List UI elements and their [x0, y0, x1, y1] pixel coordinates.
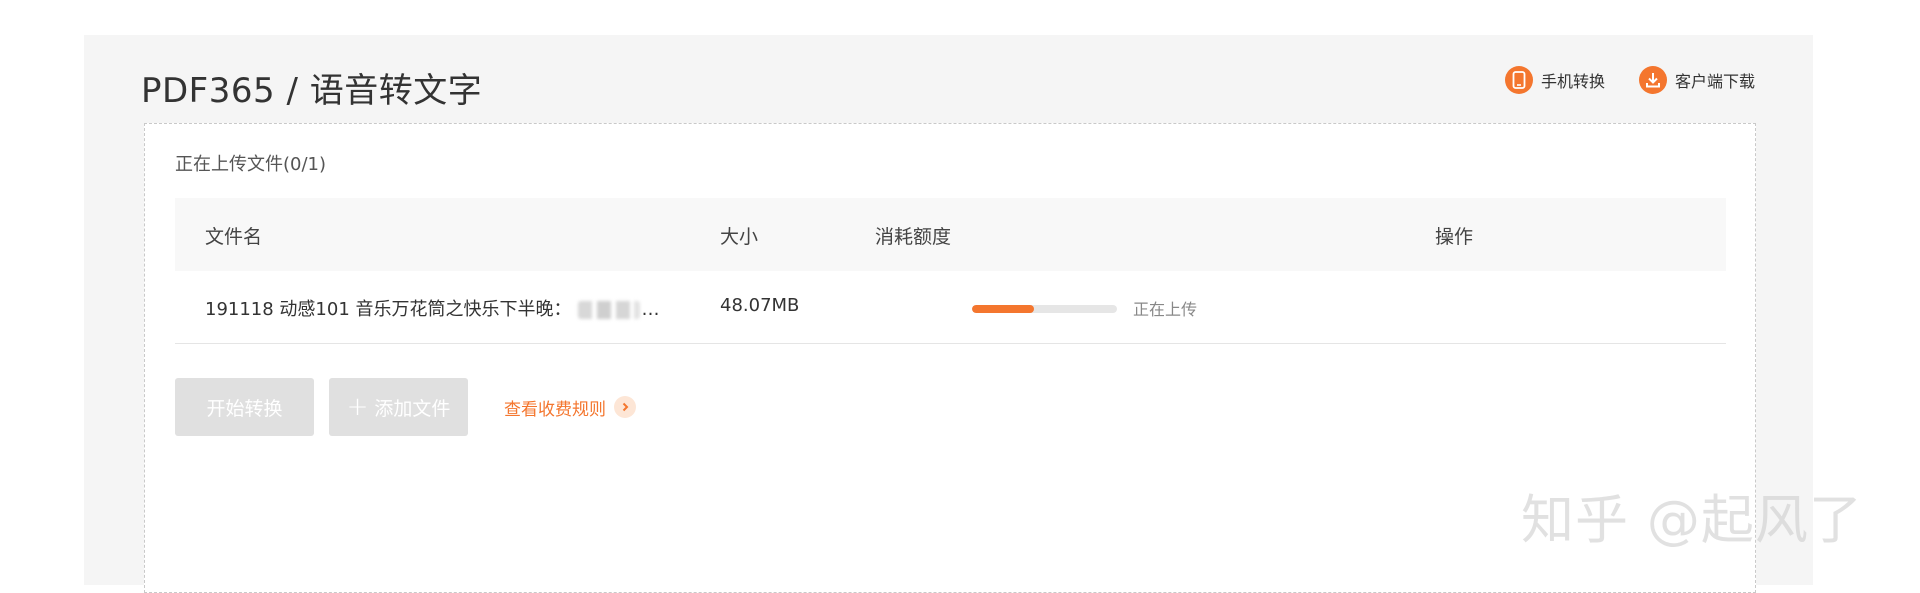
action-row: 开始转换 + 添加文件 查看收费规则: [175, 378, 636, 436]
chevron-right-icon: [614, 396, 636, 418]
file-name-suffix: …: [641, 299, 660, 320]
upload-progress-bar: [972, 305, 1117, 313]
table-row: 191118 动感101 音乐万花筒之快乐下半晚： … 48.07MB 正在上传: [175, 271, 1726, 344]
mobile-convert-label: 手机转换: [1540, 72, 1605, 91]
table-header: 文件名 大小 消耗额度 操作: [175, 198, 1726, 271]
file-name-prefix: 191118 动感101 音乐万花筒之快乐下半晚：: [205, 299, 572, 320]
column-filename: 文件名: [205, 226, 263, 248]
pricing-rules-label: 查看收费规则: [504, 399, 606, 420]
file-table: 文件名 大小 消耗额度 操作 191118 动感101 音乐万花筒之快乐下半晚：…: [175, 198, 1726, 344]
upload-card: 正在上传文件(0/1) 文件名 大小 消耗额度 操作 191118 动感101 …: [144, 123, 1756, 593]
add-file-label: 添加文件: [374, 397, 451, 420]
mobile-convert-link[interactable]: 手机转换: [1504, 66, 1605, 94]
page-title: PDF365 / 语音转文字: [141, 71, 483, 111]
client-download-label: 客户端下载: [1674, 72, 1755, 91]
upload-status-text: 正在上传: [1133, 300, 1198, 319]
start-convert-button[interactable]: 开始转换: [175, 378, 314, 436]
client-download-link[interactable]: 客户端下载: [1638, 66, 1755, 94]
start-convert-label: 开始转换: [206, 397, 283, 420]
plus-icon: +: [346, 392, 369, 422]
pricing-rules-link[interactable]: 查看收费规则: [504, 395, 636, 420]
column-actions: 操作: [1435, 226, 1474, 248]
header-links: 手机转换 客户端下载: [1504, 66, 1755, 94]
phone-icon: [1504, 66, 1533, 94]
file-size: 48.07MB: [720, 295, 800, 316]
download-icon: [1638, 66, 1667, 94]
column-quota: 消耗额度: [875, 226, 952, 248]
add-file-button[interactable]: + 添加文件: [329, 378, 468, 436]
column-size: 大小: [720, 226, 759, 248]
upload-status: 正在上传文件(0/1): [175, 154, 327, 175]
watermark: 知乎 @起风了: [1521, 490, 1863, 551]
upload-progress-fill: [972, 305, 1035, 313]
file-name: 191118 动感101 音乐万花筒之快乐下半晚： …: [205, 295, 660, 321]
redacted-name: [577, 301, 640, 319]
